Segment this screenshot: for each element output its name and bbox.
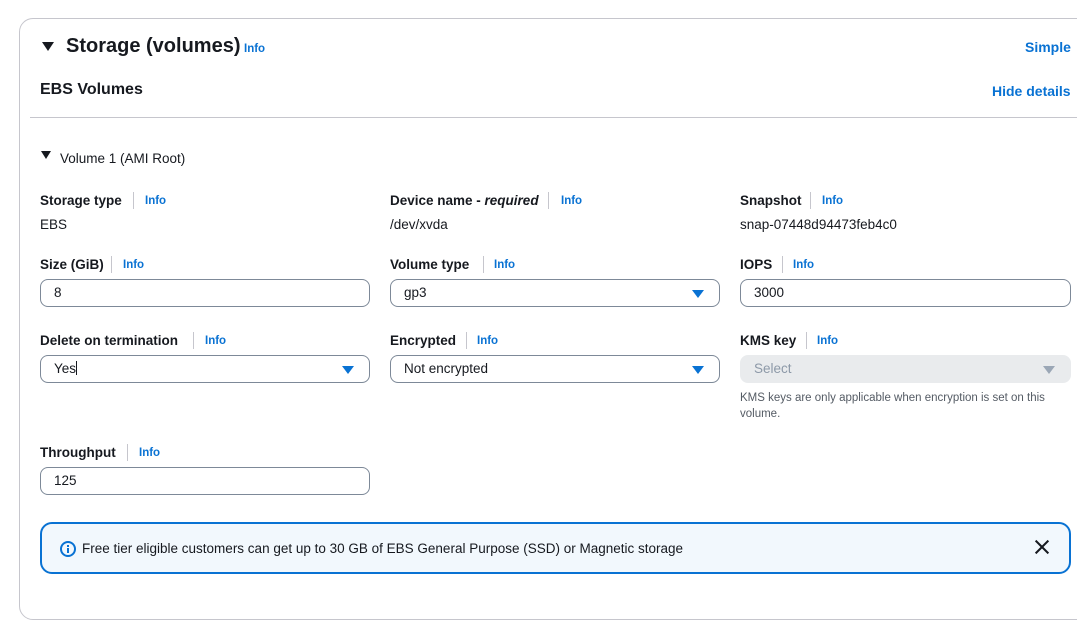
volume-type-info-link[interactable]: Info — [494, 259, 515, 271]
alert-message: Free tier eligible customers can get up … — [82, 541, 684, 556]
delete-on-termination-value: Yes — [54, 361, 77, 376]
throughput-label: Throughput — [40, 445, 116, 460]
storage-type-info-link[interactable]: Info — [145, 195, 166, 207]
encrypted-label: Encrypted — [390, 333, 457, 348]
throughput-info-link[interactable]: Info — [139, 447, 160, 459]
storage-info-link[interactable]: Info — [244, 43, 265, 55]
separator — [466, 332, 467, 349]
dropdown-caret-icon — [692, 290, 704, 298]
encrypted-select[interactable]: Not encrypted — [390, 355, 720, 383]
storage-type-label: Storage type — [40, 193, 122, 208]
snapshot-info-link[interactable]: Info — [822, 195, 843, 207]
iops-info-link[interactable]: Info — [793, 259, 814, 271]
storage-type-value: EBS — [40, 217, 68, 232]
device-name-label: Device name - required — [390, 193, 539, 208]
snapshot-label: Snapshot — [740, 193, 802, 208]
encrypted-info-link[interactable]: Info — [477, 335, 498, 347]
section-title: Storage (volumes) — [66, 35, 241, 57]
kms-key-label: KMS key — [740, 333, 797, 348]
throughput-input[interactable]: 125 — [40, 467, 370, 495]
separator — [193, 332, 194, 349]
device-name-value: /dev/xvda — [390, 217, 448, 232]
simple-view-link[interactable]: Simple — [1025, 39, 1071, 55]
close-icon[interactable] — [1033, 538, 1051, 556]
iops-label: IOPS — [740, 257, 773, 272]
separator — [548, 192, 549, 209]
dropdown-caret-icon — [692, 366, 704, 374]
separator — [133, 192, 134, 209]
delete-on-termination-info-link[interactable]: Info — [205, 335, 226, 347]
free-tier-alert: Free tier eligible customers can get up … — [40, 522, 1071, 574]
separator — [806, 332, 807, 349]
dropdown-caret-icon — [342, 366, 354, 374]
volume-expand-caret-icon[interactable] — [41, 151, 51, 159]
delete-on-termination-select[interactable]: Yes — [40, 355, 370, 383]
device-name-info-link[interactable]: Info — [561, 195, 582, 207]
separator — [810, 192, 811, 209]
text-cursor — [76, 361, 78, 375]
size-info-link[interactable]: Info — [123, 259, 144, 271]
volume-type-select[interactable]: gp3 — [390, 279, 720, 307]
separator — [111, 256, 112, 273]
size-input[interactable]: 8 — [40, 279, 370, 307]
dropdown-caret-icon — [1043, 366, 1055, 374]
section-divider — [30, 117, 1077, 118]
kms-key-info-link[interactable]: Info — [817, 335, 838, 347]
volume-label[interactable]: Volume 1 (AMI Root) — [60, 151, 185, 166]
encrypted-value: Not encrypted — [404, 361, 489, 376]
volume-type-label: Volume type — [390, 257, 470, 272]
kms-key-placeholder: Select — [754, 361, 792, 376]
separator — [483, 256, 484, 273]
info-circle-icon — [60, 541, 76, 557]
ebs-volumes-heading: EBS Volumes — [40, 81, 143, 98]
collapse-caret-icon[interactable] — [42, 42, 54, 51]
kms-key-select[interactable]: Select — [740, 355, 1071, 383]
volume-type-value: gp3 — [404, 285, 427, 300]
hide-details-link[interactable]: Hide details — [992, 83, 1071, 99]
iops-input[interactable]: 3000 — [740, 279, 1071, 307]
delete-on-termination-label: Delete on termination — [40, 333, 179, 348]
separator — [127, 444, 128, 461]
required-marker: required — [484, 193, 539, 208]
kms-key-hint: KMS keys are only applicable when encryp… — [740, 392, 1045, 420]
size-label: Size (GiB) — [40, 257, 104, 272]
separator — [782, 256, 783, 273]
snapshot-value: snap-07448d94473feb4c0 — [740, 217, 897, 232]
